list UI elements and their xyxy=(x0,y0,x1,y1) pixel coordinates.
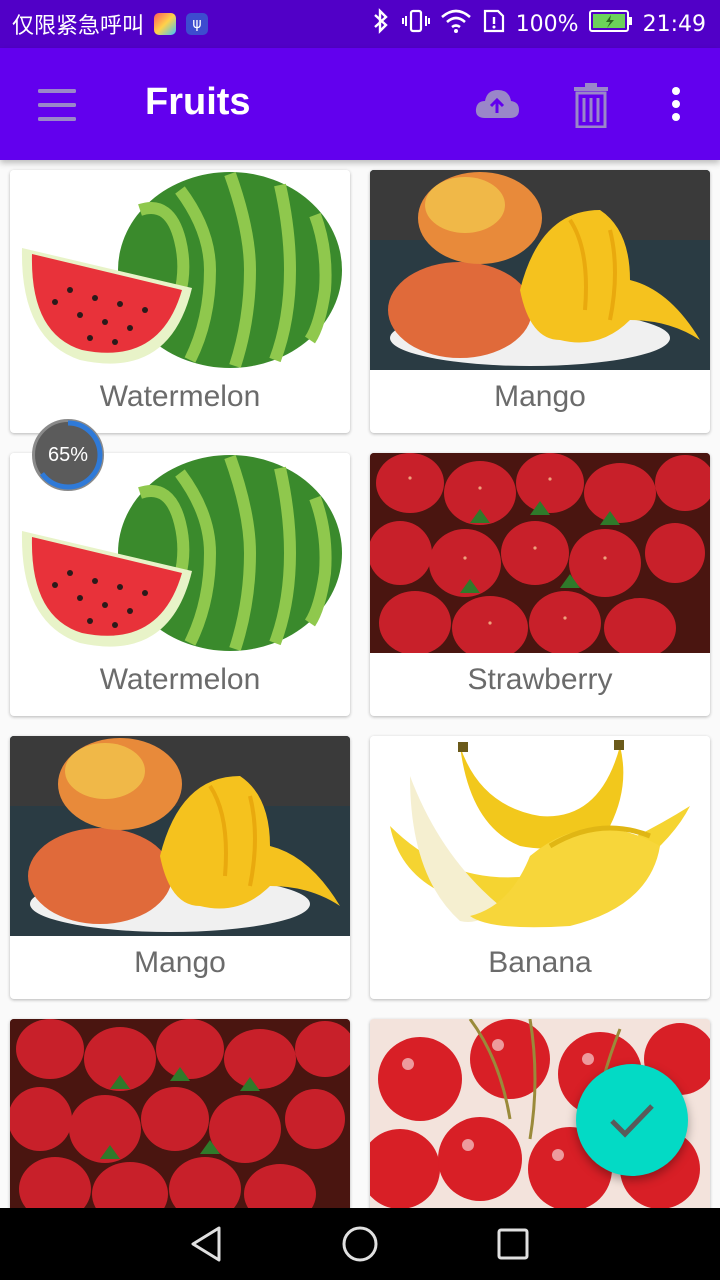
battery-icon xyxy=(588,9,633,39)
progress-indicator: 65% xyxy=(32,419,104,491)
recents-icon[interactable] xyxy=(483,1214,543,1274)
fruit-label: Watermelon xyxy=(99,380,261,413)
app-notification-icon xyxy=(154,13,177,35)
status-bar: 仅限紧急呼叫 ψ 100% 21:49 xyxy=(0,0,720,48)
confirm-fab[interactable] xyxy=(576,1064,688,1176)
sim-alert-icon xyxy=(482,8,506,40)
strawberry-image xyxy=(10,1019,350,1208)
fruit-card[interactable]: Strawberry xyxy=(370,453,710,716)
back-icon[interactable] xyxy=(177,1214,237,1274)
page-title: Fruits xyxy=(145,81,251,123)
fruit-label: Watermelon xyxy=(99,663,261,696)
fruit-label: Mango xyxy=(134,946,226,979)
system-nav-bar xyxy=(0,1208,720,1280)
mango-image xyxy=(10,736,350,936)
fruit-label: Banana xyxy=(488,946,592,979)
app-toolbar: Fruits xyxy=(0,48,720,160)
carrier-text: 仅限紧急呼叫 xyxy=(12,14,145,39)
wifi-icon xyxy=(440,8,472,40)
fruit-card[interactable]: Watermelon xyxy=(10,453,350,716)
home-icon[interactable] xyxy=(330,1214,390,1274)
mango-image xyxy=(370,170,710,370)
fruit-card[interactable] xyxy=(10,1019,350,1208)
cloud-upload-icon[interactable] xyxy=(470,82,524,126)
vibrate-icon xyxy=(401,8,430,40)
fruit-card[interactable]: Watermelon xyxy=(10,170,350,433)
progress-label: 65% xyxy=(47,443,89,466)
menu-icon[interactable] xyxy=(30,78,84,132)
more-vert-icon[interactable] xyxy=(656,82,696,126)
fruit-card[interactable]: Mango xyxy=(10,736,350,999)
delete-icon[interactable] xyxy=(566,80,616,130)
fruit-grid: Watermelon Mango Watermelon Strawberry M… xyxy=(0,160,720,1208)
fruit-label: Mango xyxy=(494,380,586,413)
fruit-card[interactable]: Banana xyxy=(370,736,710,999)
strawberry-image xyxy=(370,453,710,653)
banana-image xyxy=(370,736,710,936)
usb-icon: ψ xyxy=(186,13,209,35)
clock: 21:49 xyxy=(642,11,706,37)
watermelon-image xyxy=(10,170,350,370)
check-icon xyxy=(610,1104,654,1138)
fruit-label: Strawberry xyxy=(467,663,613,696)
fruit-card[interactable]: Mango xyxy=(370,170,710,433)
bluetooth-icon xyxy=(370,8,392,40)
battery-percent: 100% xyxy=(515,11,579,37)
